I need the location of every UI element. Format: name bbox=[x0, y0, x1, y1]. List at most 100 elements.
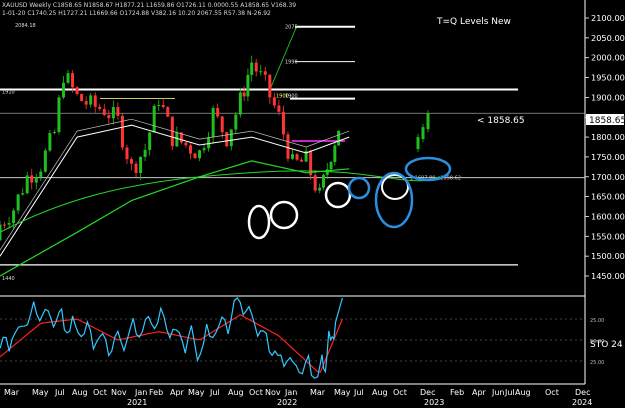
candle-body bbox=[130, 159, 134, 164]
candle-body bbox=[321, 174, 325, 188]
candle-body bbox=[207, 137, 211, 149]
candle-body bbox=[84, 101, 88, 105]
time-axis[interactable]: Mar May Jul Aug Oct Nov Jan Feb Apr May Jul Aug Oct N… bbox=[4, 388, 592, 407]
candle-body bbox=[25, 175, 29, 194]
month-label: Mar bbox=[310, 388, 326, 397]
candle-body bbox=[259, 71, 263, 73]
price-tick-label: 1750.00 bbox=[591, 152, 625, 162]
candle-body bbox=[277, 105, 281, 112]
header-date-line: 1-01-20 C1740.25 H1727.21 L1669.66 O1724… bbox=[2, 10, 271, 17]
price-tick-label: 1700.00 bbox=[591, 172, 625, 182]
month-label: May bbox=[32, 388, 49, 397]
month-label: May bbox=[188, 388, 205, 397]
price-tick-label: 2100.00 bbox=[591, 13, 625, 23]
month-label: Dec bbox=[575, 388, 590, 397]
candle-body bbox=[107, 115, 111, 119]
candle-body bbox=[309, 150, 313, 176]
candle-body bbox=[426, 113, 430, 130]
candle-body bbox=[291, 154, 294, 159]
candle-body bbox=[93, 95, 97, 107]
price-tick-label: 1500.00 bbox=[591, 251, 625, 261]
month-label: Nov bbox=[111, 388, 127, 397]
trendline-value: 2084.18 bbox=[15, 23, 36, 29]
sto-label: STO 24 bbox=[590, 340, 623, 350]
month-label: Oct bbox=[545, 388, 559, 397]
candle-body bbox=[234, 114, 238, 130]
candle-body bbox=[313, 175, 317, 191]
osc-fast-line bbox=[0, 297, 343, 379]
candle-body bbox=[421, 127, 425, 140]
year-label: 2021 bbox=[127, 398, 147, 407]
ma-white bbox=[0, 124, 350, 257]
candle-body bbox=[286, 134, 290, 159]
candle-body bbox=[21, 193, 25, 195]
candle-body bbox=[254, 62, 258, 72]
year-label: 2023 bbox=[424, 398, 444, 407]
candle-body bbox=[61, 82, 65, 98]
candle-body bbox=[198, 150, 202, 159]
candle-body bbox=[211, 108, 215, 138]
candle-body bbox=[57, 97, 61, 133]
price-tick-label: 1650.00 bbox=[591, 192, 625, 202]
candle-body bbox=[184, 142, 188, 146]
candle-body bbox=[16, 194, 20, 211]
candle-body bbox=[30, 175, 34, 183]
current-price-marker: < 1858.65 bbox=[477, 116, 525, 126]
candle-body bbox=[202, 148, 206, 151]
price-tick-label: 1900.00 bbox=[591, 92, 625, 102]
annotations bbox=[247, 156, 452, 240]
candle-body bbox=[152, 105, 156, 133]
candle-body bbox=[161, 104, 165, 108]
candle-body bbox=[52, 132, 56, 134]
annotation-circle-white bbox=[324, 181, 352, 209]
candle-body bbox=[242, 92, 246, 97]
left-level-label: 1910 bbox=[2, 89, 15, 95]
candle-body bbox=[148, 132, 152, 150]
month-label: Jul bbox=[353, 388, 364, 397]
candle-body bbox=[75, 87, 79, 95]
ma-grey bbox=[0, 118, 350, 251]
candle-body bbox=[43, 150, 47, 172]
candle-body bbox=[125, 147, 129, 160]
candle-body bbox=[263, 71, 267, 75]
candle-body bbox=[329, 162, 333, 170]
month-label: Nov bbox=[265, 388, 281, 397]
candle-body bbox=[416, 137, 420, 149]
month-label: Jul bbox=[209, 388, 220, 397]
candle-body bbox=[318, 187, 322, 191]
osc-level-label: 25.00 bbox=[590, 360, 604, 366]
candle-body bbox=[220, 116, 224, 133]
level-label: 1900 bbox=[285, 93, 298, 99]
candle-body bbox=[120, 115, 124, 148]
candle-body bbox=[139, 156, 143, 173]
price-tick-label: 1800.00 bbox=[591, 132, 625, 142]
candle-body bbox=[102, 109, 106, 116]
price-tick-label: 1950.00 bbox=[591, 73, 625, 83]
month-label: Aug bbox=[228, 388, 244, 397]
month-label: Oct bbox=[393, 388, 407, 397]
oscillator-panel[interactable]: 25.0025.0050.00 bbox=[0, 297, 604, 379]
price-chart[interactable]: XAUUSD Weekly C1858.65 N1858.67 H1877.21… bbox=[0, 0, 625, 408]
osc-level-label: 25.00 bbox=[590, 318, 604, 324]
month-label: Oct bbox=[93, 388, 107, 397]
price-tick-label: 1550.00 bbox=[591, 231, 625, 241]
candle-body bbox=[39, 171, 43, 178]
annotation-ellipse-blue bbox=[374, 171, 414, 229]
candle-body bbox=[193, 153, 197, 159]
candle-body bbox=[337, 130, 341, 146]
month-label: Jan bbox=[134, 388, 147, 397]
candle-body bbox=[66, 73, 70, 83]
month-label: Jul bbox=[54, 388, 65, 397]
month-label: Mar bbox=[4, 388, 20, 397]
candles bbox=[0, 55, 430, 242]
candle-body bbox=[157, 104, 161, 106]
ma-green-slow bbox=[0, 170, 441, 233]
candle-body bbox=[295, 154, 299, 160]
candle-body bbox=[116, 107, 120, 116]
candle-body bbox=[3, 224, 7, 226]
candle-body bbox=[34, 177, 38, 183]
candle-body bbox=[166, 107, 170, 117]
month-label: Dec bbox=[420, 388, 435, 397]
candle-body bbox=[281, 111, 285, 135]
month-label: Apr bbox=[472, 388, 487, 397]
